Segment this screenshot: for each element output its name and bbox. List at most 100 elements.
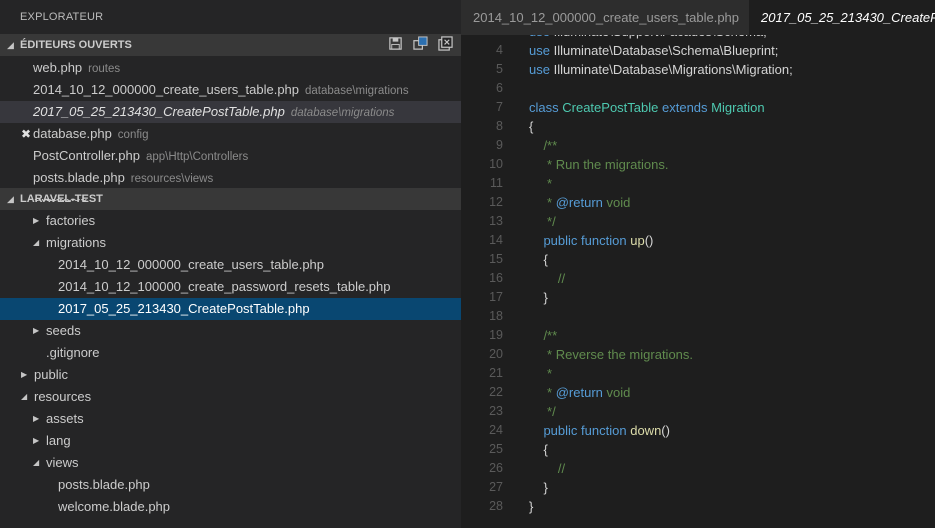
open-editor-filename: posts.blade.php <box>33 170 125 185</box>
open-editor-path: app\Http\Controllers <box>145 151 249 163</box>
code-token: } <box>529 290 548 305</box>
code-text: public function down() <box>529 421 670 440</box>
code-text: /** <box>529 136 557 155</box>
tree-item-label: 2014_10_12_000000_create_users_table.php <box>58 257 325 272</box>
line-number: 13 <box>489 214 503 228</box>
line-number: 25 <box>489 442 503 456</box>
code-text: use Illuminate\Database\Schema\Blueprint… <box>529 41 778 60</box>
open-editors-label: ÉDITEURS OUVERTS <box>20 39 132 51</box>
tree-item-label: public <box>34 367 68 382</box>
code-token: /** <box>529 328 558 343</box>
line-number: 5 <box>496 62 503 76</box>
code-token: function <box>581 233 627 248</box>
line-number: 27 <box>489 480 503 494</box>
line-number: 18 <box>489 309 503 323</box>
open-editor-item[interactable]: PostController.php app\Http\Controllers <box>0 145 461 167</box>
code-token: Illuminate\Database\Migrations\Migration… <box>549 62 793 77</box>
open-editor-item[interactable]: ✖ database.php config <box>0 123 461 145</box>
code-text: * @return void <box>529 383 630 402</box>
code-token: public <box>543 233 578 248</box>
code-text: * @return void <box>529 193 630 212</box>
open-editor-filename: PostController.php <box>33 148 140 163</box>
tree-item-label: resources <box>34 389 92 404</box>
open-editor-path: config <box>117 129 149 141</box>
tree-item-label: assets <box>46 411 84 426</box>
close-all-icon[interactable] <box>438 36 453 51</box>
tree-item-label: .gitignore <box>46 345 100 360</box>
tree-item-label: posts.blade.php <box>58 477 150 492</box>
code-token: // <box>529 461 566 476</box>
code-text: use Illuminate\Database\Migrations\Migra… <box>529 60 793 79</box>
code-text: * Reverse the migrations. <box>529 345 693 364</box>
code-text: } <box>529 478 547 497</box>
tree-file[interactable]: 2014_10_12_000000_create_users_table.php <box>0 254 461 276</box>
code-token: () <box>661 423 670 438</box>
open-editor-item[interactable]: 2014_10_12_000000_create_users_table.php… <box>0 79 461 101</box>
chevron-down-icon: ◢ <box>7 40 14 50</box>
line-number: 11 <box>490 176 503 190</box>
tree-item-label: welcome.blade.php <box>58 499 171 514</box>
open-editor-item[interactable]: web.php routes <box>0 57 461 79</box>
code-token: * Run the migrations. <box>529 157 669 172</box>
code-token: Illuminate\Support\Facades\Schema; <box>550 35 767 39</box>
code-text: */ <box>529 212 556 231</box>
tree-file[interactable]: .gitignore <box>0 342 461 364</box>
chevron-down-icon: ◢ <box>33 458 40 467</box>
editor-tab[interactable]: 2014_10_12_000000_create_users_table.php <box>461 0 749 35</box>
tree-file[interactable]: posts.blade.php <box>0 474 461 496</box>
tree-item-label: seeds <box>46 323 81 338</box>
code-text: public function up() <box>529 231 653 250</box>
line-number: 7 <box>496 100 503 114</box>
chevron-right-icon: ▶ <box>33 414 40 423</box>
code-token: Illuminate\Database\Schema\Blueprint; <box>549 43 779 58</box>
open-editor-filename: web.php <box>33 60 83 75</box>
tree-folder[interactable]: ▶ assets <box>0 408 461 430</box>
line-number: 9 <box>496 138 503 152</box>
open-editors-actions <box>388 36 453 51</box>
split-icon[interactable] <box>413 36 428 51</box>
tree-folder[interactable]: ▶ public <box>0 364 461 386</box>
code-text: { <box>529 250 547 269</box>
line-number: 21 <box>489 366 503 380</box>
tree-item-label: migrations <box>46 235 106 250</box>
code-token: CreatePostTable <box>562 100 659 115</box>
code-token: down <box>630 423 662 438</box>
chevron-right-icon: ▶ <box>33 436 40 445</box>
open-editors-header[interactable]: ◢ ÉDITEURS OUVERTS <box>0 34 461 56</box>
save-all-icon[interactable] <box>388 36 403 51</box>
code-token: void <box>602 195 631 210</box>
tree-file[interactable]: 2017_05_25_213430_CreatePostTable.php <box>0 298 461 320</box>
editor-tabs: 2014_10_12_000000_create_users_table.php… <box>461 0 935 35</box>
code-text: // <box>529 269 565 288</box>
code-token: */ <box>529 404 556 419</box>
code-token: use <box>529 62 550 77</box>
open-editor-item[interactable]: 2017_05_25_213430_CreatePostTable.php dat… <box>0 101 461 123</box>
tree-folder[interactable]: ◢ views <box>0 452 461 474</box>
tree-item-label: factories <box>46 213 96 228</box>
open-editor-path: database\migrations <box>305 85 409 97</box>
chevron-right-icon: ▶ <box>21 370 28 379</box>
code-token: * <box>529 195 556 210</box>
code-token: extends <box>662 100 708 115</box>
tree-folder[interactable]: ▶ seeds <box>0 320 461 342</box>
tree-folder[interactable]: ◢ migrations <box>0 232 461 254</box>
line-number: 17 <box>489 290 503 304</box>
open-editor-item[interactable]: posts.blade.php resources\views <box>0 167 461 189</box>
tree-item-label: lang <box>46 433 71 448</box>
editor-tab[interactable]: 2017_05_25_213430_CreatePostTable.php <box>749 0 935 35</box>
tree-folder[interactable]: ▶ factories <box>0 210 461 232</box>
explorer-title: EXPLORATEUR <box>20 11 104 23</box>
tree-folder[interactable]: ◢ resources <box>0 386 461 408</box>
line-number: 15 <box>489 252 503 266</box>
code-text: class CreatePostTable extends Migration <box>529 98 765 117</box>
close-icon[interactable]: ✖ <box>21 123 31 145</box>
line-number: 26 <box>489 461 503 475</box>
tree-file[interactable]: 2014_10_12_100000_create_password_resets… <box>0 276 461 298</box>
tree-folder[interactable]: ▶ lang <box>0 430 461 452</box>
tree-file[interactable]: welcome.blade.php <box>0 496 461 518</box>
code-viewport[interactable]: 3use Illuminate\Support\Facades\Schema;4… <box>461 35 935 528</box>
code-token: up <box>630 233 645 248</box>
open-editor-filename: 2014_10_12_000000_create_users_table.php <box>33 82 300 97</box>
chevron-right-icon: ▶ <box>33 326 40 335</box>
